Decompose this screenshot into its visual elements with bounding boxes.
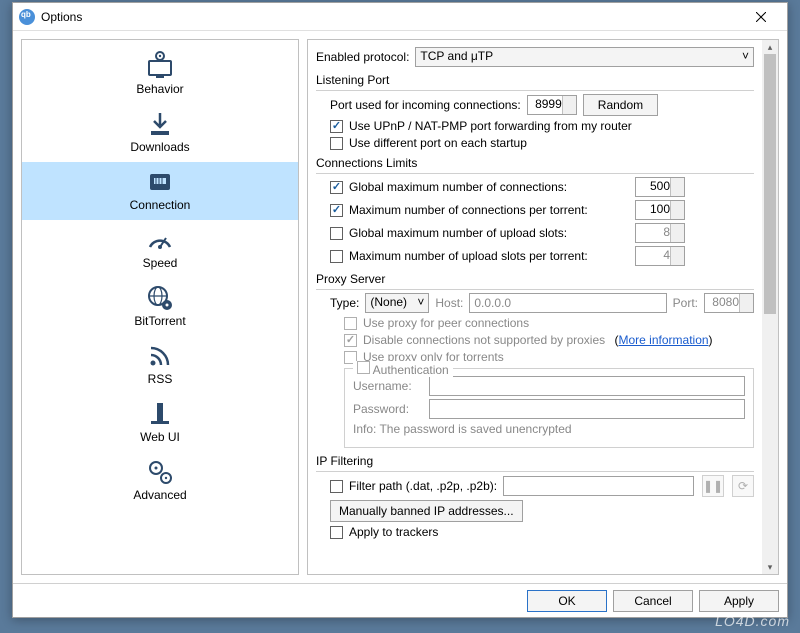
conn-limits-title: Connections Limits — [316, 156, 754, 170]
global-upload-checkbox[interactable] — [330, 227, 343, 240]
torrent-conn-input[interactable]: 100 — [635, 200, 685, 220]
sidebar-item-webui[interactable]: Web UI — [22, 394, 298, 452]
sidebar-label: Connection — [130, 198, 191, 212]
password-input — [429, 399, 745, 419]
sidebar-item-connection[interactable]: Connection — [22, 162, 298, 220]
global-conn-label: Global maximum number of connections: — [349, 180, 629, 194]
proxy-disable-unsupported-label: Disable connections not supported by pro… — [363, 333, 605, 347]
torrent-conn-label: Maximum number of connections per torren… — [349, 203, 629, 217]
auth-checkbox — [357, 361, 370, 374]
rss-icon — [144, 340, 176, 372]
more-info-link[interactable]: More information — [619, 333, 709, 347]
apply-button[interactable]: Apply — [699, 590, 779, 612]
scroll-up-icon[interactable]: ▴ — [762, 40, 778, 54]
port-input[interactable]: 8999 — [527, 95, 577, 115]
torrent-conn-checkbox[interactable] — [330, 204, 343, 217]
gears-icon — [144, 456, 176, 488]
close-icon — [756, 12, 766, 22]
sidebar-label: Advanced — [133, 488, 186, 502]
filter-path-label: Filter path (.dat, .p2p, .p2b): — [349, 479, 497, 493]
protocol-label: Enabled protocol: — [316, 50, 409, 64]
refresh-icon-button: ⟳ — [732, 475, 754, 497]
gauge-icon — [144, 224, 176, 256]
download-icon — [144, 108, 176, 140]
pause-icon-button: ❚❚ — [702, 475, 724, 497]
watermark: LO4D.com — [715, 613, 790, 629]
server-icon — [144, 398, 176, 430]
proxy-disable-unsupported-checkbox — [344, 334, 357, 347]
global-conn-checkbox[interactable] — [330, 181, 343, 194]
settings-panel: Enabled protocol: TCP and μTP˅ Listening… — [307, 39, 779, 575]
sidebar-label: Behavior — [136, 82, 183, 96]
proxy-peer-checkbox — [344, 317, 357, 330]
category-sidebar: Behavior Downloads Connection Speed — [21, 39, 299, 575]
globe-gear-icon — [144, 282, 176, 314]
scroll-thumb[interactable] — [764, 54, 776, 314]
window-title: Options — [41, 10, 741, 24]
auth-info: Info: The password is saved unencrypted — [353, 422, 572, 436]
app-icon — [19, 9, 35, 25]
sidebar-item-downloads[interactable]: Downloads — [22, 104, 298, 162]
sidebar-item-speed[interactable]: Speed — [22, 220, 298, 278]
username-label: Username: — [353, 379, 423, 393]
sidebar-label: Web UI — [140, 430, 180, 444]
global-upload-label: Global maximum number of upload slots: — [349, 226, 629, 240]
sidebar-item-rss[interactable]: RSS — [22, 336, 298, 394]
manual-banned-button[interactable]: Manually banned IP addresses... — [330, 500, 523, 522]
cancel-button[interactable]: Cancel — [613, 590, 693, 612]
ip-filter-title: IP Filtering — [316, 454, 754, 468]
sidebar-item-bittorrent[interactable]: BitTorrent — [22, 278, 298, 336]
listening-port-title: Listening Port — [316, 73, 754, 87]
sidebar-label: RSS — [148, 372, 173, 386]
global-conn-input[interactable]: 500 — [635, 177, 685, 197]
torrent-upload-label: Maximum number of upload slots per torre… — [349, 249, 629, 263]
global-upload-input: 8 — [635, 223, 685, 243]
proxy-type-label: Type: — [330, 296, 359, 310]
proxy-peer-label: Use proxy for peer connections — [363, 316, 529, 330]
upnp-label: Use UPnP / NAT-PMP port forwarding from … — [349, 119, 632, 133]
sidebar-label: Downloads — [130, 140, 189, 154]
username-input — [429, 376, 745, 396]
ethernet-icon — [144, 166, 176, 198]
apply-trackers-checkbox[interactable] — [330, 526, 343, 539]
sidebar-item-behavior[interactable]: Behavior — [22, 46, 298, 104]
auth-title: Authentication — [373, 363, 449, 377]
sidebar-item-advanced[interactable]: Advanced — [22, 452, 298, 510]
scrollbar[interactable]: ▴ ▾ — [762, 40, 778, 574]
ok-button[interactable]: OK — [527, 590, 607, 612]
diff-port-checkbox[interactable] — [330, 137, 343, 150]
apply-trackers-label: Apply to trackers — [349, 525, 438, 539]
diff-port-label: Use different port on each startup — [349, 136, 527, 150]
proxy-title: Proxy Server — [316, 272, 754, 286]
torrent-upload-checkbox[interactable] — [330, 250, 343, 263]
protocol-select[interactable]: TCP and μTP˅ — [415, 47, 754, 67]
torrent-upload-input: 4 — [635, 246, 685, 266]
random-port-button[interactable]: Random — [583, 94, 658, 116]
upnp-checkbox[interactable] — [330, 120, 343, 133]
dialog-footer: OK Cancel Apply — [13, 583, 787, 617]
filter-path-checkbox[interactable] — [330, 480, 343, 493]
close-button[interactable] — [741, 3, 781, 31]
password-label: Password: — [353, 402, 423, 416]
sidebar-label: Speed — [143, 256, 178, 270]
options-dialog: Options Behavior Downloads — [12, 2, 788, 618]
proxy-host-label: Host: — [435, 296, 463, 310]
scroll-down-icon[interactable]: ▾ — [762, 560, 778, 574]
filter-path-input — [503, 476, 694, 496]
sidebar-label: BitTorrent — [134, 314, 185, 328]
proxy-host-input — [469, 293, 666, 313]
monitor-gear-icon — [144, 50, 176, 82]
proxy-port-input: 8080 — [704, 293, 754, 313]
proxy-port-label: Port: — [673, 296, 698, 310]
titlebar: Options — [13, 3, 787, 31]
port-label: Port used for incoming connections: — [330, 98, 521, 112]
proxy-type-select[interactable]: (None) ˅ — [365, 293, 429, 313]
